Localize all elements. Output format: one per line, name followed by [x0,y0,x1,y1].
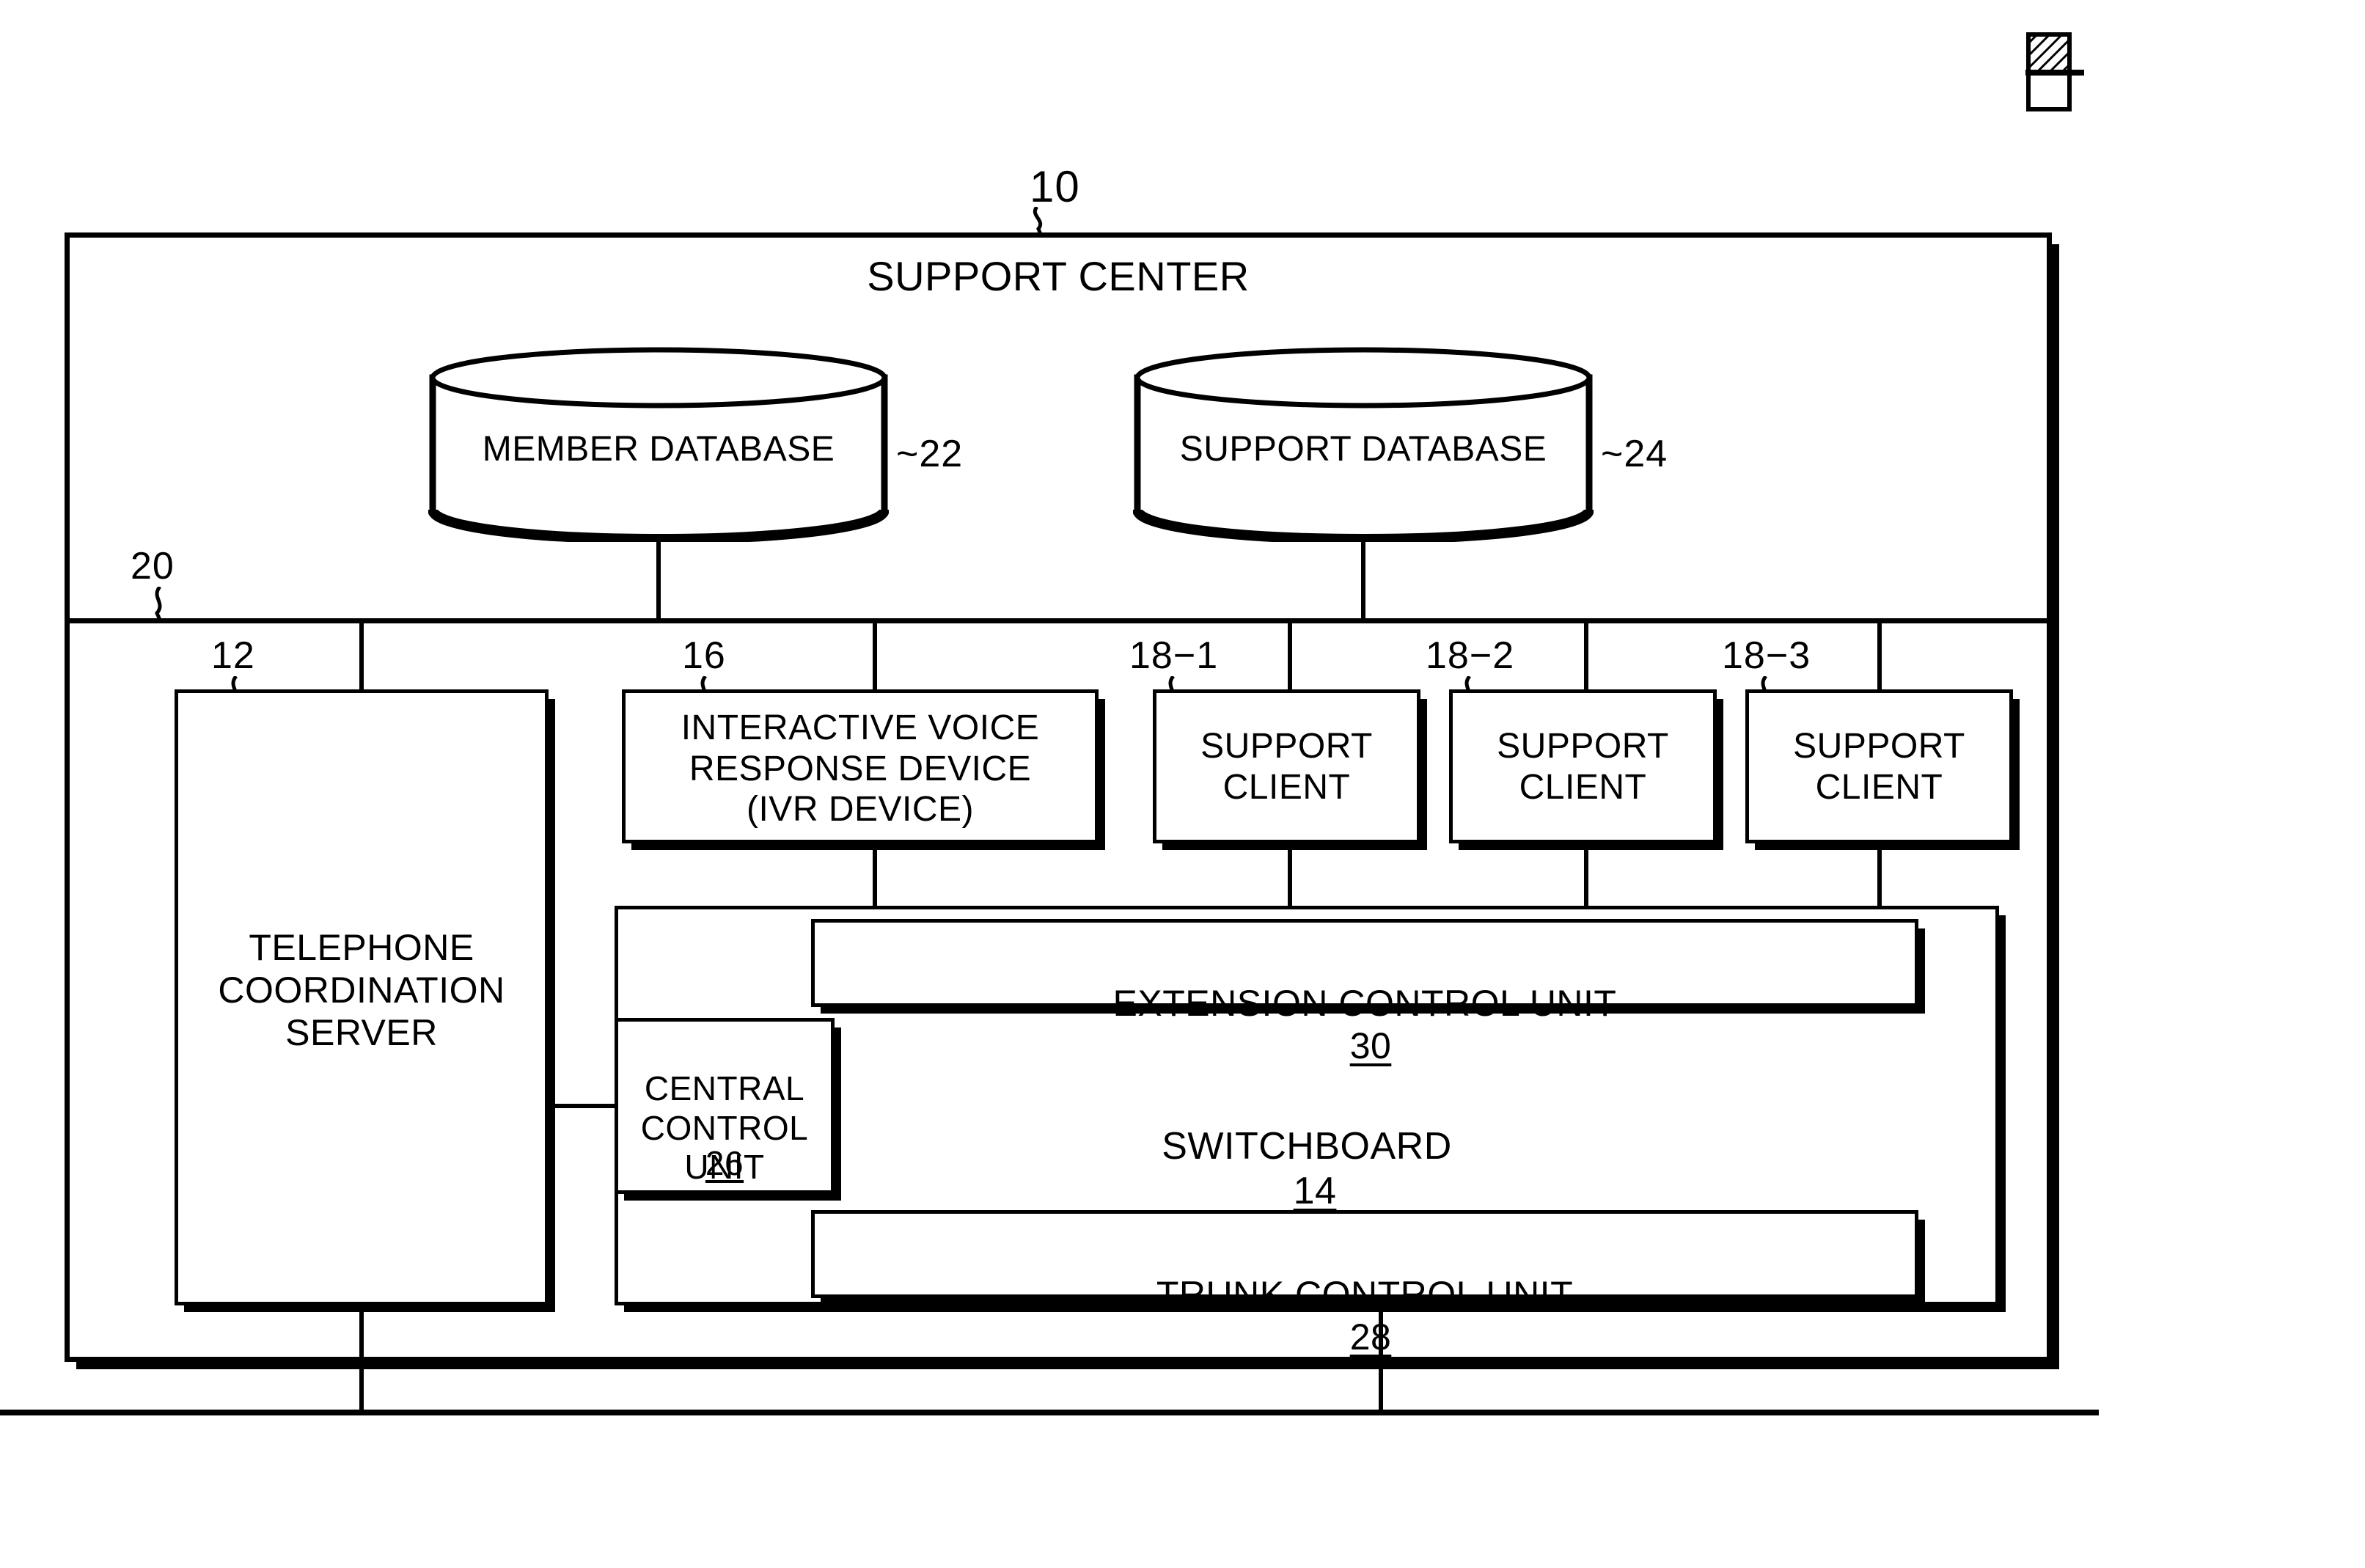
support-client-3-label: SUPPORT CLIENT [1793,727,1965,807]
bus-stub-client-1 [1288,618,1292,692]
support-client-2-label: SUPPORT CLIENT [1497,727,1669,807]
trunk-control-unit-label-text: TRUNK CONTROL UNIT [1156,1274,1574,1315]
central-control-unit-ref: 26 [705,1144,744,1182]
telephone-coordination-server-label: TELEPHONE COORDINATION SERVER [218,927,505,1053]
hatched-square-icon [2009,32,2084,111]
bus-stub-telephone-server [359,618,364,692]
member-database: MEMBER DATABASE [428,345,890,545]
switchboard-ref: 14 [1293,1169,1337,1212]
support-database-label: SUPPORT DATABASE [1179,430,1547,469]
bus-stub-ivr [873,618,877,692]
patent-figure-canvas: 10 SUPPORT CENTER MEMBER DATABASE ~22 SU… [0,0,2365,1568]
extension-control-unit-label-text: EXTENSION CONTROL UNIT [1112,983,1617,1024]
reference-16: 16 [682,634,726,677]
reference-12: 12 [211,634,255,677]
support-database-ref: ~24 [1601,433,1668,475]
support-center-title: SUPPORT CENTER [867,253,1250,299]
extension-control-unit-label: EXTENSION CONTROL UNIT 30 [811,939,1918,1067]
member-database-ref: ~22 [896,433,964,475]
server-external-line [359,1305,364,1414]
server-to-central-control-connector [549,1104,618,1108]
reference-18-1: 18−1 [1129,634,1219,677]
support-database: SUPPORT DATABASE [1132,345,1594,545]
ivr-device-label: INTERACTIVE VOICE RESPONSE DEVICE (IVR D… [681,708,1040,829]
public-network-line [0,1410,2099,1415]
switchboard-external-line [1379,1305,1383,1414]
member-db-bus-connector [656,535,661,620]
bus-stub-client-2 [1584,618,1588,692]
support-client-1-label: SUPPORT CLIENT [1200,727,1373,807]
extension-control-unit-ref: 30 [1349,1025,1392,1066]
trunk-control-unit-ref: 28 [1349,1316,1392,1358]
switchboard-label-text: SWITCHBOARD [1162,1125,1452,1168]
trunk-control-unit-label: TRUNK CONTROL UNIT 28 [811,1231,1918,1358]
registration-corner-mark [2009,32,2084,111]
reference-18-3: 18−3 [1722,634,1811,677]
reference-10: 10 [1030,162,1080,211]
reference-18-2: 18−2 [1426,634,1515,677]
reference-20: 20 [131,545,175,587]
member-database-label: MEMBER DATABASE [482,430,835,469]
leader-line-20 [155,587,162,620]
support-db-bus-connector [1361,535,1365,620]
bus-stub-client-3 [1877,618,1882,692]
